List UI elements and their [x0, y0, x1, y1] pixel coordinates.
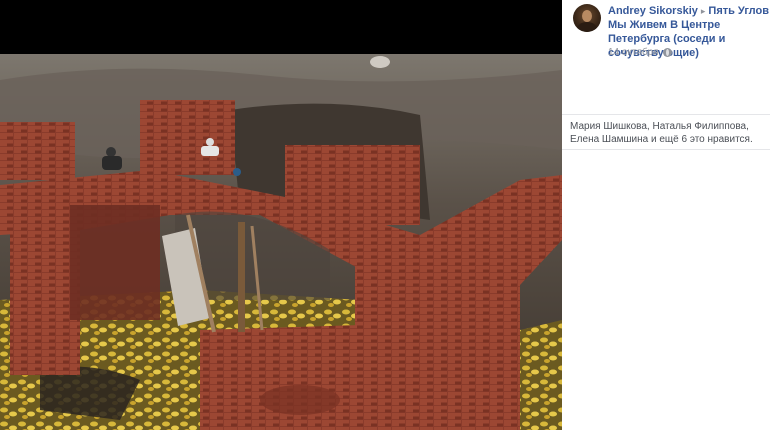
post-date[interactable]: 14 октября: [608, 47, 659, 58]
post-photo[interactable]: [0, 0, 562, 430]
globe-icon: [662, 48, 672, 57]
excavation-photo: [0, 0, 562, 430]
post-sidebar: Andrey Sikorskiy ▸ Пять Углов: Мы Живем В …: [562, 0, 770, 430]
avatar-face: [582, 10, 592, 22]
divider: [562, 114, 770, 115]
author-avatar[interactable]: [573, 4, 601, 32]
divider: [562, 149, 770, 150]
reactions-summary[interactable]: Мария Шишкова, Наталья Филиппова, Елена …: [570, 120, 765, 146]
author-link[interactable]: Andrey Sikorskiy: [608, 5, 698, 17]
avatar-body: [577, 22, 597, 32]
share-arrow-icon: ▸: [700, 6, 706, 16]
post-meta: 14 октября: [608, 47, 672, 58]
